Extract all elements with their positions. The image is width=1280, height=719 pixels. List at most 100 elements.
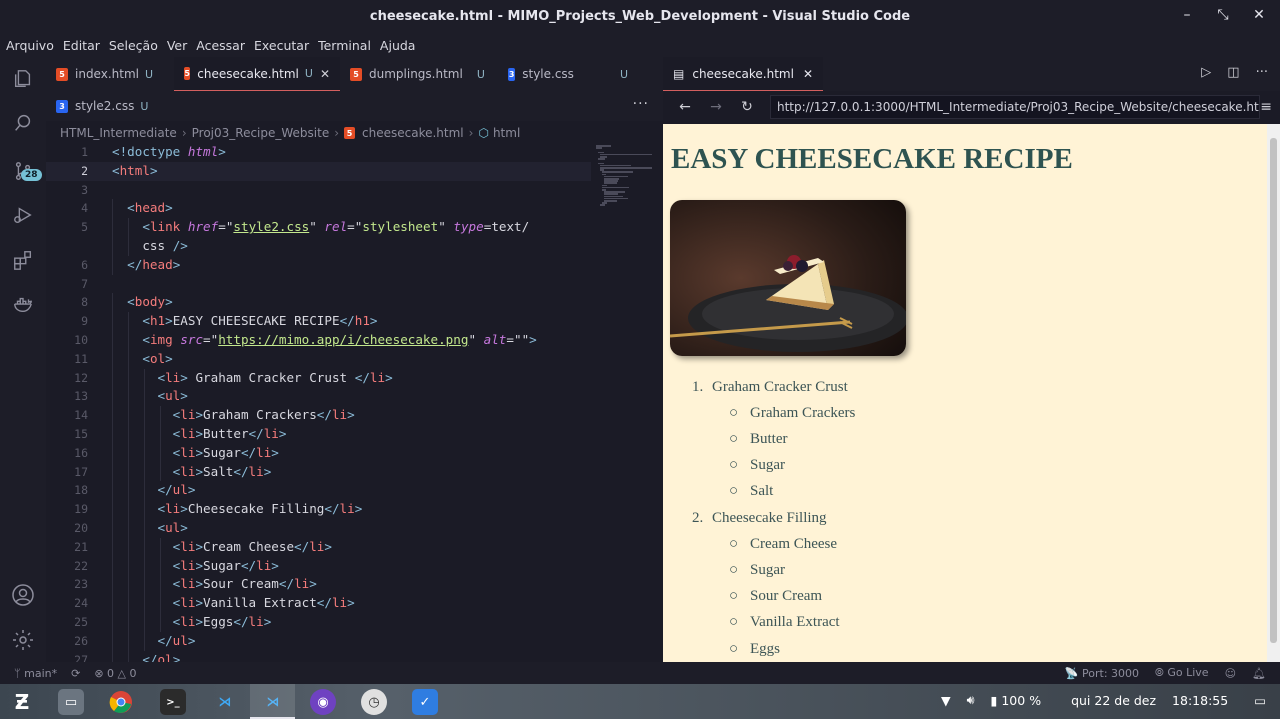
tab-style2-css[interactable]: 3 style2.css U xyxy=(46,91,158,121)
run-debug-icon[interactable] xyxy=(9,201,37,229)
code-line[interactable]: 22 <li>Sugar</li> xyxy=(46,556,591,576)
code-line[interactable]: 2 <html> xyxy=(46,161,591,181)
vscode-icon[interactable]: ⋊ xyxy=(212,689,238,715)
tab-browser-preview[interactable]: ▤ cheesecake.html ✕ xyxy=(663,57,824,91)
code-line[interactable]: 27 </ol> xyxy=(46,650,591,662)
menu-item-acessar[interactable]: Acessar xyxy=(196,38,245,53)
code-line[interactable]: 14 <li>Graham Crackers</li> xyxy=(46,406,591,425)
chevron-right-icon: › xyxy=(468,126,474,140)
code-line[interactable]: 3 xyxy=(46,181,591,200)
code-line[interactable]: 13 <ul> xyxy=(46,387,591,407)
url-input[interactable]: http://127.0.0.1:3000/HTML_Intermediate/… xyxy=(770,95,1260,119)
date-label[interactable]: qui 22 de dez xyxy=(1071,693,1156,708)
run-icon[interactable]: ▷ xyxy=(1201,65,1211,80)
code-line[interactable]: 26 </ul> xyxy=(46,631,591,651)
code-line[interactable]: 1 <!doctype html> xyxy=(46,143,591,162)
chrome-icon[interactable] xyxy=(108,689,134,715)
code-line[interactable]: 8 <body> xyxy=(46,293,591,313)
code-line[interactable]: 16 <li>Sugar</li> xyxy=(46,443,591,463)
branch-status[interactable]: ᛘ main* xyxy=(14,667,57,680)
feedback-icon[interactable]: ☺ xyxy=(1225,667,1236,680)
menu-item-ajuda[interactable]: Ajuda xyxy=(380,38,416,53)
explorer-icon[interactable] xyxy=(9,65,37,93)
breadcrumb-folder[interactable]: Proj03_Recipe_Website xyxy=(192,126,330,140)
sync-icon[interactable]: ⟳ xyxy=(71,667,80,680)
menu-item-executar[interactable]: Executar xyxy=(254,38,309,53)
tasks-icon[interactable]: ✓ xyxy=(412,689,438,715)
code-editor[interactable]: 1 <!doctype html> 2 <html> 3 4 <head> 5 <link … xyxy=(46,143,591,662)
account-icon[interactable] xyxy=(9,581,37,609)
code-line[interactable]: 9 <h1>EASY CHEESECAKE RECIPE</h1> xyxy=(46,312,591,331)
close-tab-icon[interactable]: ✕ xyxy=(320,67,330,81)
code-line[interactable]: 23 <li>Sour Cream</li> xyxy=(46,575,591,595)
code-line[interactable]: 17 <li>Salt</li> xyxy=(46,462,591,482)
volume-icon[interactable]: 🔊︎ xyxy=(967,692,975,708)
tab-style-css[interactable]: 3 style.css U xyxy=(498,57,638,91)
back-arrow-icon[interactable]: ← xyxy=(671,99,699,115)
code-line[interactable]: 21 <li>Cream Cheese</li> xyxy=(46,537,591,557)
more-actions-icon[interactable]: ··· xyxy=(633,96,649,112)
code-line[interactable]: 25 <li>Eggs</li> xyxy=(46,612,591,632)
browser-scrollbar[interactable] xyxy=(1267,124,1280,662)
error-icon: ⊗ xyxy=(94,666,108,680)
code-line[interactable]: 5 <link href="style2.css" rel="styleshee… xyxy=(46,218,591,237)
code-line[interactable]: 12 <li> Graham Cracker Crust </li> xyxy=(46,368,591,388)
line-number: 17 xyxy=(74,464,88,479)
tab-dumplings-html[interactable]: 5 dumplings.html U xyxy=(340,57,498,91)
code-line[interactable]: 24 <li>Vanilla Extract</li> xyxy=(46,594,591,613)
tab-index-html[interactable]: 5 index.html U xyxy=(46,57,174,91)
minimize-icon[interactable]: – xyxy=(1180,7,1194,23)
files-icon[interactable]: ▭ xyxy=(58,689,84,715)
menu-item-arquivo[interactable]: Arquivo xyxy=(6,38,54,53)
breadcrumb-folder[interactable]: HTML_Intermediate xyxy=(60,126,177,140)
menu-bar: Arquivo Editar Seleção Ver Acessar Execu… xyxy=(0,33,1280,57)
menu-item-ver[interactable]: Ver xyxy=(167,38,187,53)
window-title: cheesecake.html - MIMO_Projects_Web_Deve… xyxy=(369,9,911,24)
code-line[interactable]: 19 <li>Cheesecake Filling</li> xyxy=(46,500,591,519)
time-label[interactable]: 18:18:55 xyxy=(1172,693,1228,708)
notifications-bell-icon[interactable]: 🔔︎ xyxy=(1252,667,1266,680)
line-number: 2 xyxy=(81,163,88,178)
show-desktop-icon[interactable]: ▭ xyxy=(1254,693,1266,708)
menu-item-terminal[interactable]: Terminal xyxy=(318,38,371,53)
code-text: <html> xyxy=(112,162,158,178)
code-line[interactable]: 11 <ol> xyxy=(46,349,591,369)
docker-icon[interactable] xyxy=(9,290,37,318)
scrollbar-thumb[interactable] xyxy=(1270,138,1277,643)
battery-status[interactable]: ▮ 100 % xyxy=(991,693,1042,708)
tab-cheesecake-html[interactable]: 5 cheesecake.html U ✕ xyxy=(174,57,340,91)
restore-icon[interactable]: ⤡ xyxy=(1216,7,1230,23)
code-line[interactable]: css /> xyxy=(46,236,591,256)
github-desktop-icon[interactable]: ◉ xyxy=(310,689,336,715)
menu-item-selecao[interactable]: Seleção xyxy=(109,38,158,53)
problems-status[interactable]: ⊗ 0 △ 0 xyxy=(94,667,136,680)
forward-arrow-icon[interactable]: → xyxy=(702,99,730,115)
port-status[interactable]: 📡 Port: 3000 xyxy=(1065,667,1139,680)
minimap[interactable] xyxy=(591,143,663,662)
split-editor-icon[interactable]: ◫ xyxy=(1227,65,1239,80)
more-actions-icon[interactable]: ··· xyxy=(1256,65,1268,80)
code-line[interactable]: 6 </head> xyxy=(46,255,591,275)
breadcrumb-file[interactable]: cheesecake.html xyxy=(362,126,464,140)
menu-icon[interactable]: ≡ xyxy=(1260,99,1272,115)
reload-icon[interactable]: ↻ xyxy=(733,99,761,115)
code-line[interactable]: 4 <head> xyxy=(46,199,591,219)
go-live-button[interactable]: ⦾ Go Live xyxy=(1155,666,1209,680)
code-line[interactable]: 10 <img src="https://mimo.app/i/cheeseca… xyxy=(46,330,591,350)
code-line[interactable]: 18 </ul> xyxy=(46,481,591,501)
settings-gear-icon[interactable] xyxy=(9,626,37,654)
zorin-menu-icon[interactable]: Ƶ xyxy=(9,689,35,715)
code-line[interactable]: 20 <ul> xyxy=(46,518,591,538)
clock-app-icon[interactable]: ◷ xyxy=(361,689,387,715)
close-icon[interactable]: ✕ xyxy=(1252,7,1266,23)
wifi-icon[interactable]: ▼ xyxy=(941,693,951,708)
terminal-icon[interactable]: >_ xyxy=(160,689,186,715)
breadcrumb-symbol[interactable]: html xyxy=(493,126,520,140)
code-line[interactable]: 7 xyxy=(46,275,591,294)
search-icon[interactable] xyxy=(9,109,37,137)
menu-item-editar[interactable]: Editar xyxy=(63,38,100,53)
extensions-icon[interactable] xyxy=(9,246,37,274)
line-number: 12 xyxy=(74,370,88,385)
close-tab-icon[interactable]: ✕ xyxy=(803,67,813,81)
code-line[interactable]: 15 <li>Butter</li> xyxy=(46,424,591,444)
